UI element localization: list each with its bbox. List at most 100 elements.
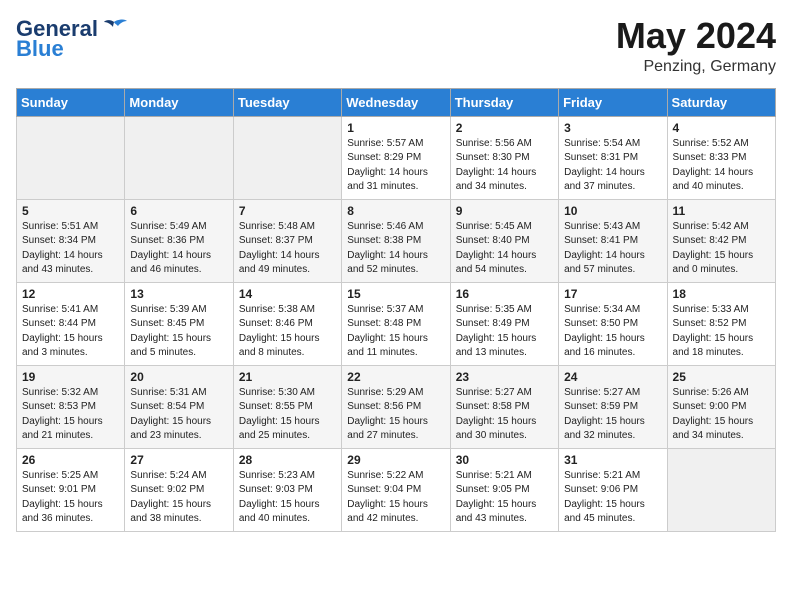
day-number: 16 <box>456 287 554 301</box>
calendar-cell: 5Sunrise: 5:51 AMSunset: 8:34 PMDaylight… <box>17 199 125 282</box>
calendar-cell: 3 Sunrise: 5:54 AMSunset: 8:31 PMDaylight… <box>559 116 667 199</box>
day-number: 26 <box>22 453 120 467</box>
day-number: 17 <box>564 287 662 301</box>
logo: General Blue <box>16 16 128 62</box>
logo-blue: Blue <box>16 36 64 62</box>
calendar-cell: 20Sunrise: 5:31 AMSunset: 8:54 PMDayligh… <box>125 365 233 448</box>
weekday-header: Thursday <box>450 88 558 116</box>
calendar-cell: 16 Sunrise: 5:35 AMSunset: 8:49 PMDayligh… <box>450 282 558 365</box>
calendar-cell: 7 Sunrise: 5:48 AMSunset: 8:37 PMDaylight… <box>233 199 341 282</box>
day-number: 13 <box>130 287 228 301</box>
calendar-cell: 25Sunrise: 5:26 AMSunset: 9:00 PMDayligh… <box>667 365 775 448</box>
day-number: 22 <box>347 370 445 384</box>
cell-text: Sunrise: 5:42 AMSunset: 8:42 PMDaylight:… <box>673 220 771 278</box>
cell-text: Sunrise: 5:38 AMSunset: 8:46 PMDaylight:… <box>239 303 337 361</box>
calendar-cell: 4 Sunrise: 5:52 AMSunset: 8:33 PMDaylight… <box>667 116 775 199</box>
calendar-cell <box>667 448 775 531</box>
weekday-header: Saturday <box>667 88 775 116</box>
day-number: 12 <box>22 287 120 301</box>
day-number: 19 <box>22 370 120 384</box>
calendar-cell: 2 Sunrise: 5:56 AMSunset: 8:30 PMDaylight… <box>450 116 558 199</box>
weekday-header: Friday <box>559 88 667 116</box>
cell-text: Sunrise: 5:49 AMSunset: 8:36 PMDaylight:… <box>130 220 228 278</box>
cell-text: Sunrise: 5:27 AMSunset: 8:58 PMDaylight:… <box>456 386 554 444</box>
calendar-cell: 8 Sunrise: 5:46 AMSunset: 8:38 PMDaylight… <box>342 199 450 282</box>
day-number: 14 <box>239 287 337 301</box>
cell-text: Sunrise: 5:35 AMSunset: 8:49 PMDaylight:… <box>456 303 554 361</box>
cell-text: Sunrise: 5:43 AMSunset: 8:41 PMDaylight:… <box>564 220 662 278</box>
calendar-cell: 31 Sunrise: 5:21 AMSunset: 9:06 PMDayligh… <box>559 448 667 531</box>
cell-text: Sunrise: 5:25 AMSunset: 9:01 PMDaylight:… <box>22 469 120 527</box>
cell-text: Sunrise: 5:22 AMSunset: 9:04 PMDaylight:… <box>347 469 445 527</box>
location-title: Penzing, Germany <box>616 58 776 76</box>
day-number: 23 <box>456 370 554 384</box>
calendar-cell: 28 Sunrise: 5:23 AMSunset: 9:03 PMDayligh… <box>233 448 341 531</box>
calendar-cell: 12 Sunrise: 5:41 AMSunset: 8:44 PMDayligh… <box>17 282 125 365</box>
day-number: 31 <box>564 453 662 467</box>
calendar-week-row: 12 Sunrise: 5:41 AMSunset: 8:44 PMDayligh… <box>17 282 776 365</box>
calendar-cell: 14 Sunrise: 5:38 AMSunset: 8:46 PMDayligh… <box>233 282 341 365</box>
calendar-week-row: 5Sunrise: 5:51 AMSunset: 8:34 PMDaylight… <box>17 199 776 282</box>
cell-text: Sunrise: 5:24 AMSunset: 9:02 PMDaylight:… <box>130 469 228 527</box>
calendar-cell: 24 Sunrise: 5:27 AMSunset: 8:59 PMDayligh… <box>559 365 667 448</box>
day-number: 30 <box>456 453 554 467</box>
day-number: 1 <box>347 121 445 135</box>
day-number: 24 <box>564 370 662 384</box>
cell-text: Sunrise: 5:39 AMSunset: 8:45 PMDaylight:… <box>130 303 228 361</box>
cell-text: Sunrise: 5:27 AMSunset: 8:59 PMDaylight:… <box>564 386 662 444</box>
month-title: May 2024 <box>616 16 776 56</box>
cell-text: Sunrise: 5:52 AMSunset: 8:33 PMDaylight:… <box>673 137 771 195</box>
calendar-cell: 17 Sunrise: 5:34 AMSunset: 8:50 PMDayligh… <box>559 282 667 365</box>
calendar-cell: 11Sunrise: 5:42 AMSunset: 8:42 PMDayligh… <box>667 199 775 282</box>
cell-text: Sunrise: 5:56 AMSunset: 8:30 PMDaylight:… <box>456 137 554 195</box>
calendar-cell: 18Sunrise: 5:33 AMSunset: 8:52 PMDayligh… <box>667 282 775 365</box>
calendar-cell: 10 Sunrise: 5:43 AMSunset: 8:41 PMDayligh… <box>559 199 667 282</box>
calendar-cell <box>233 116 341 199</box>
calendar-cell: 6 Sunrise: 5:49 AMSunset: 8:36 PMDaylight… <box>125 199 233 282</box>
calendar-cell: 29Sunrise: 5:22 AMSunset: 9:04 PMDayligh… <box>342 448 450 531</box>
calendar-cell: 15Sunrise: 5:37 AMSunset: 8:48 PMDayligh… <box>342 282 450 365</box>
day-number: 15 <box>347 287 445 301</box>
calendar-week-row: 1 Sunrise: 5:57 AMSunset: 8:29 PMDaylight… <box>17 116 776 199</box>
day-number: 10 <box>564 204 662 218</box>
day-number: 7 <box>239 204 337 218</box>
calendar-cell: 26 Sunrise: 5:25 AMSunset: 9:01 PMDayligh… <box>17 448 125 531</box>
cell-text: Sunrise: 5:31 AMSunset: 8:54 PMDaylight:… <box>130 386 228 444</box>
day-number: 4 <box>673 121 771 135</box>
cell-text: Sunrise: 5:51 AMSunset: 8:34 PMDaylight:… <box>22 220 120 278</box>
page-header: General Blue May 2024 Penzing, Germany <box>16 16 776 76</box>
calendar-cell <box>17 116 125 199</box>
weekday-header: Wednesday <box>342 88 450 116</box>
cell-text: Sunrise: 5:29 AMSunset: 8:56 PMDaylight:… <box>347 386 445 444</box>
cell-text: Sunrise: 5:30 AMSunset: 8:55 PMDaylight:… <box>239 386 337 444</box>
day-number: 3 <box>564 121 662 135</box>
cell-text: Sunrise: 5:23 AMSunset: 9:03 PMDaylight:… <box>239 469 337 527</box>
title-block: May 2024 Penzing, Germany <box>616 16 776 76</box>
cell-text: Sunrise: 5:21 AMSunset: 9:05 PMDaylight:… <box>456 469 554 527</box>
weekday-header: Tuesday <box>233 88 341 116</box>
calendar-cell <box>125 116 233 199</box>
calendar-cell: 21Sunrise: 5:30 AMSunset: 8:55 PMDayligh… <box>233 365 341 448</box>
calendar-cell: 23 Sunrise: 5:27 AMSunset: 8:58 PMDayligh… <box>450 365 558 448</box>
day-number: 8 <box>347 204 445 218</box>
day-number: 6 <box>130 204 228 218</box>
calendar-week-row: 26 Sunrise: 5:25 AMSunset: 9:01 PMDayligh… <box>17 448 776 531</box>
cell-text: Sunrise: 5:46 AMSunset: 8:38 PMDaylight:… <box>347 220 445 278</box>
cell-text: Sunrise: 5:41 AMSunset: 8:44 PMDaylight:… <box>22 303 120 361</box>
day-number: 28 <box>239 453 337 467</box>
day-number: 27 <box>130 453 228 467</box>
cell-text: Sunrise: 5:45 AMSunset: 8:40 PMDaylight:… <box>456 220 554 278</box>
cell-text: Sunrise: 5:34 AMSunset: 8:50 PMDaylight:… <box>564 303 662 361</box>
cell-text: Sunrise: 5:54 AMSunset: 8:31 PMDaylight:… <box>564 137 662 195</box>
cell-text: Sunrise: 5:33 AMSunset: 8:52 PMDaylight:… <box>673 303 771 361</box>
weekday-header: Sunday <box>17 88 125 116</box>
cell-text: Sunrise: 5:48 AMSunset: 8:37 PMDaylight:… <box>239 220 337 278</box>
weekday-header-row: SundayMondayTuesdayWednesdayThursdayFrid… <box>17 88 776 116</box>
cell-text: Sunrise: 5:57 AMSunset: 8:29 PMDaylight:… <box>347 137 445 195</box>
day-number: 2 <box>456 121 554 135</box>
calendar-cell: 30 Sunrise: 5:21 AMSunset: 9:05 PMDayligh… <box>450 448 558 531</box>
day-number: 9 <box>456 204 554 218</box>
logo-bird-icon <box>100 18 128 40</box>
calendar-table: SundayMondayTuesdayWednesdayThursdayFrid… <box>16 88 776 532</box>
cell-text: Sunrise: 5:21 AMSunset: 9:06 PMDaylight:… <box>564 469 662 527</box>
